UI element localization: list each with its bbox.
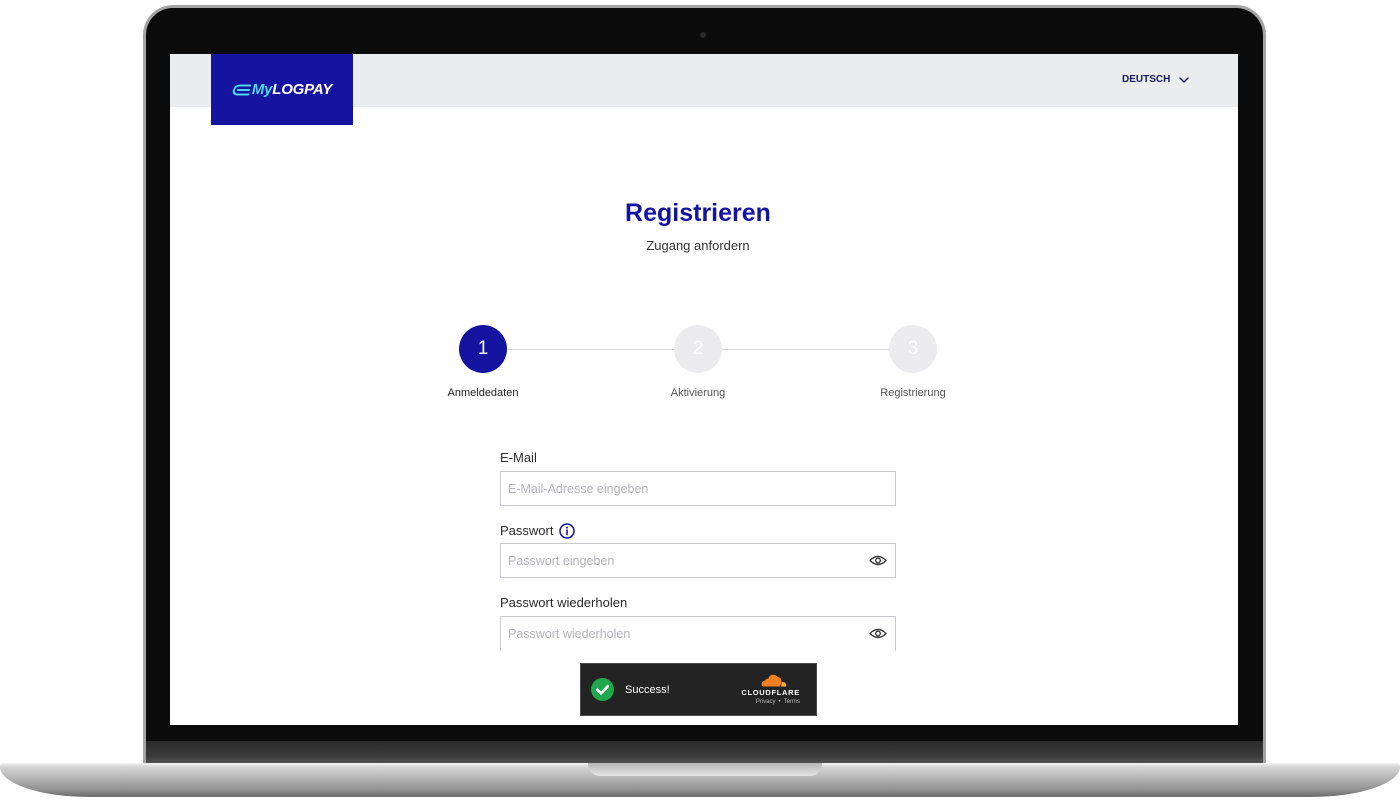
email-label: E-Mail [500, 450, 537, 466]
logo-name: LOGPAY [272, 80, 333, 98]
captcha-links: Privacy • Terms [756, 699, 800, 706]
step-2-label: Aktivierung [670, 387, 726, 399]
captcha-status-indicator [591, 678, 614, 701]
stepper-connector [722, 349, 889, 350]
eye-icon [869, 555, 887, 566]
page-subtitle: Zugang anfordern [646, 238, 750, 253]
step-3-label: Registrierung [880, 387, 946, 399]
email-label-text: E-Mail [500, 450, 537, 465]
password-repeat-label: Passwort wiederholen [500, 595, 627, 611]
email-input[interactable] [500, 471, 896, 506]
password-input[interactable] [500, 543, 896, 578]
logo-swoosh-icon [232, 84, 251, 95]
link-separator: • [778, 699, 781, 705]
logo[interactable]: MyLOGPAY [211, 54, 353, 125]
password-repeat-label-text: Passwort wiederholen [500, 595, 628, 610]
captcha-widget: Success! CLOUDFLARE Privacy • Terms [580, 663, 817, 716]
stepper-connector [507, 349, 674, 350]
language-selector[interactable]: DEUTSCH [1122, 73, 1190, 87]
privacy-link[interactable]: Privacy [756, 699, 776, 705]
laptop-notch [588, 763, 822, 776]
cloudflare-logo-link[interactable] [760, 674, 787, 687]
step-1-circle: 1 [459, 325, 507, 373]
chevron-down-icon [1179, 77, 1190, 83]
check-circle-icon [591, 678, 614, 701]
password-visibility-toggle[interactable] [869, 554, 887, 567]
password-label: Passwort [500, 523, 576, 539]
step-3-circle: 3 [889, 325, 937, 373]
screen: MyLOGPAY DEUTSCH Registrieren Zugang anf… [170, 54, 1238, 725]
step-1-label: Anmeldedaten [447, 387, 519, 399]
password-field [500, 543, 896, 578]
language-label: DEUTSCH [1122, 74, 1171, 85]
laptop-hinge [146, 741, 1263, 765]
email-field [500, 471, 896, 506]
password-label-text: Passwort [500, 523, 554, 538]
captcha-provider: CLOUDFLARE [741, 688, 800, 697]
page-title: Registrieren [625, 199, 771, 227]
terms-link[interactable]: Terms [784, 699, 800, 705]
step-2-circle: 2 [674, 325, 722, 373]
eye-icon [869, 628, 887, 639]
camera-dot [700, 32, 706, 38]
password-repeat-input[interactable] [500, 616, 896, 651]
password-repeat-visibility-toggle[interactable] [869, 627, 887, 640]
logo-text: MyLOGPAY [251, 80, 333, 99]
registration-form: E-Mail Passwort Passwort wiederholen [500, 450, 896, 660]
info-icon[interactable] [559, 523, 576, 539]
password-repeat-field [500, 616, 896, 651]
captcha-status-text: Success! [625, 684, 670, 696]
cloud-icon [761, 674, 787, 687]
logo-prefix: My [251, 80, 273, 98]
